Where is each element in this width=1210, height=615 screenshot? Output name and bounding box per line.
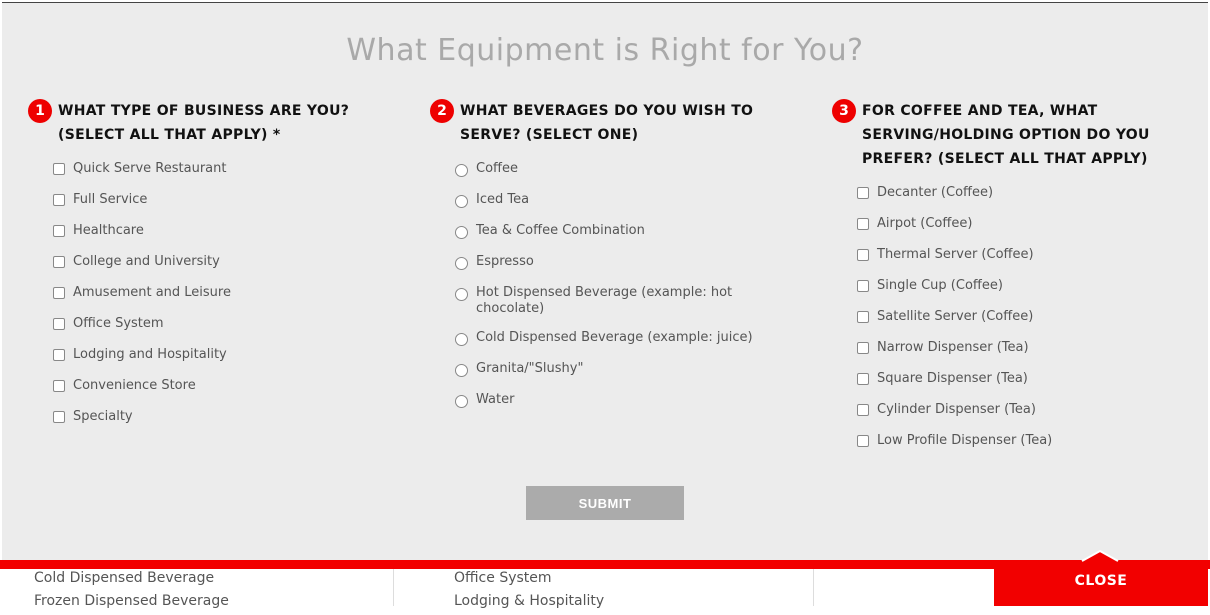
checkbox-option[interactable]: Square Dispenser (Tea) xyxy=(857,371,1192,402)
step-number-badge: 2 xyxy=(430,99,454,123)
checkbox-option[interactable]: Low Profile Dispenser (Tea) xyxy=(857,433,1192,464)
radio-option[interactable]: Water xyxy=(455,392,790,423)
radio-option[interactable]: Tea & Coffee Combination xyxy=(455,223,790,254)
question-2: 2 What beverages do you wish to serve? (… xyxy=(430,99,790,423)
business-type-options: Quick Serve Restaurant Full Service Heal… xyxy=(28,161,398,440)
checkbox-option[interactable]: Satellite Server (Coffee) xyxy=(857,309,1192,340)
list-item[interactable]: Cold Dispensed Beverage xyxy=(34,569,229,592)
question-1-header: 1 What type of business are you? (Select… xyxy=(28,99,398,147)
submit-button[interactable]: SUBMIT xyxy=(526,486,684,520)
beverage-options: Coffee Iced Tea Tea & Coffee Combination… xyxy=(430,161,790,423)
checkbox[interactable] xyxy=(53,349,65,361)
question-1: 1 What type of business are you? (Select… xyxy=(28,99,398,440)
checkbox-option[interactable]: Narrow Dispenser (Tea) xyxy=(857,340,1192,371)
chevron-up-icon xyxy=(1081,549,1119,562)
checkbox-option[interactable]: Healthcare xyxy=(53,223,398,254)
checkbox[interactable] xyxy=(53,318,65,330)
checkbox[interactable] xyxy=(53,287,65,299)
checkbox-option[interactable]: Quick Serve Restaurant xyxy=(53,161,398,192)
close-button[interactable]: CLOSE xyxy=(994,549,1208,606)
radio-option[interactable]: Cold Dispensed Beverage (example: juice) xyxy=(455,330,790,361)
radio-option[interactable]: Hot Dispensed Beverage (example: hot cho… xyxy=(455,285,790,330)
checkbox-option[interactable]: Thermal Server (Coffee) xyxy=(857,247,1192,278)
list-item[interactable]: Lodging & Hospitality xyxy=(454,592,604,615)
checkbox[interactable] xyxy=(857,435,869,447)
radio-button[interactable] xyxy=(455,364,468,377)
list-column-1: Cold Dispensed Beverage Frozen Dispensed… xyxy=(34,569,229,615)
checkbox[interactable] xyxy=(53,225,65,237)
checkbox-option[interactable]: Decanter (Coffee) xyxy=(857,185,1192,216)
checkbox-option[interactable]: Office System xyxy=(53,316,398,347)
question-3-text: For coffee and tea, what serving/holding… xyxy=(862,103,1150,167)
list-column-2: Office System Lodging & Hospitality xyxy=(454,569,604,615)
checkbox-option[interactable]: Full Service xyxy=(53,192,398,223)
checkbox[interactable] xyxy=(857,218,869,230)
radio-button[interactable] xyxy=(455,195,468,208)
question-3-header: 3 For coffee and tea, what serving/holdi… xyxy=(832,99,1192,171)
checkbox[interactable] xyxy=(53,411,65,423)
step-number-badge: 3 xyxy=(832,99,856,123)
list-item[interactable]: Office System xyxy=(454,569,604,592)
serving-options: Decanter (Coffee) Airpot (Coffee) Therma… xyxy=(832,185,1192,464)
checkbox[interactable] xyxy=(53,380,65,392)
close-label[interactable]: CLOSE xyxy=(994,573,1208,589)
checkbox[interactable] xyxy=(857,249,869,261)
checkbox-option[interactable]: Airpot (Coffee) xyxy=(857,216,1192,247)
radio-button[interactable] xyxy=(455,226,468,239)
question-3: 3 For coffee and tea, what serving/holdi… xyxy=(832,99,1192,464)
checkbox[interactable] xyxy=(53,163,65,175)
column-divider xyxy=(393,569,394,606)
checkbox-option[interactable]: Convenience Store xyxy=(53,378,398,409)
checkbox[interactable] xyxy=(857,311,869,323)
checkbox[interactable] xyxy=(857,280,869,292)
checkbox[interactable] xyxy=(857,342,869,354)
checkbox-option[interactable]: Lodging and Hospitality xyxy=(53,347,398,378)
checkbox[interactable] xyxy=(857,187,869,199)
radio-button[interactable] xyxy=(455,333,468,346)
radio-button[interactable] xyxy=(455,164,468,177)
radio-button[interactable] xyxy=(455,395,468,408)
radio-option[interactable]: Granita/"Slushy" xyxy=(455,361,790,392)
checkbox-option[interactable]: Cylinder Dispenser (Tea) xyxy=(857,402,1192,433)
radio-button[interactable] xyxy=(455,257,468,270)
radio-option[interactable]: Espresso xyxy=(455,254,790,285)
radio-option[interactable]: Iced Tea xyxy=(455,192,790,223)
modal-title: What Equipment is Right for You? xyxy=(346,33,864,68)
checkbox-option[interactable]: Specialty xyxy=(53,409,398,440)
checkbox-option[interactable]: College and University xyxy=(53,254,398,285)
checkbox-option[interactable]: Amusement and Leisure xyxy=(53,285,398,316)
checkbox-option[interactable]: Single Cup (Coffee) xyxy=(857,278,1192,309)
checkbox[interactable] xyxy=(53,194,65,206)
list-item[interactable]: Frozen Dispensed Beverage xyxy=(34,592,229,615)
equipment-modal: What Equipment is Right for You? 1 What … xyxy=(2,2,1208,561)
radio-option[interactable]: Coffee xyxy=(455,161,790,192)
step-number-badge: 1 xyxy=(28,99,52,123)
question-1-text: What type of business are you? (Select a… xyxy=(58,103,350,143)
radio-button[interactable] xyxy=(455,288,468,301)
question-2-header: 2 What beverages do you wish to serve? (… xyxy=(430,99,790,147)
checkbox[interactable] xyxy=(857,373,869,385)
checkbox[interactable] xyxy=(53,256,65,268)
checkbox[interactable] xyxy=(857,404,869,416)
column-divider xyxy=(813,569,814,606)
question-2-text: What beverages do you wish to serve? (Se… xyxy=(460,103,754,143)
